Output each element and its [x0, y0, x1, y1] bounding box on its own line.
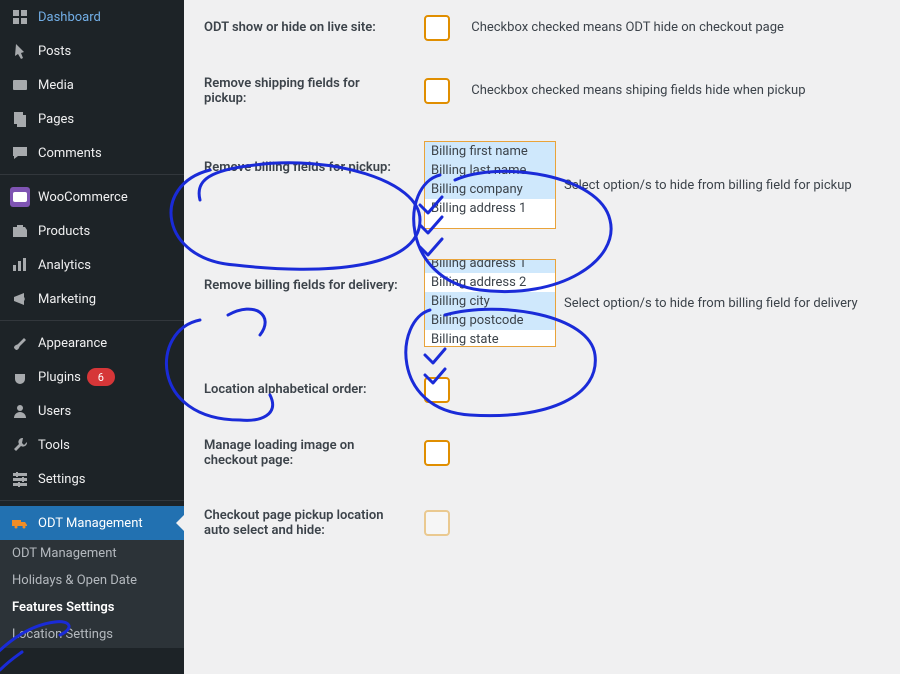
sidebar-item-posts[interactable]: Posts — [0, 34, 184, 68]
marketing-icon — [10, 289, 30, 309]
plugins-icon — [10, 367, 30, 387]
select-option[interactable]: Billing company — [425, 180, 555, 199]
pages-icon — [10, 109, 30, 129]
media-icon — [10, 75, 30, 95]
sidebar-item-label: Dashboard — [38, 10, 101, 25]
pin-icon — [10, 41, 30, 61]
select-option[interactable]: Billing first name — [425, 142, 555, 161]
woo-icon — [10, 187, 30, 207]
remove-billing-delivery-select[interactable]: Billing address 1Billing address 2Billin… — [424, 259, 556, 347]
remove-shipping-hint: Checkbox checked means shiping fields hi… — [471, 83, 805, 98]
sidebar-item-products[interactable]: Products — [0, 214, 184, 248]
sidebar-item-label: Analytics — [38, 258, 91, 273]
sidebar-item-label: WooCommerce — [38, 190, 128, 205]
loading-image-label: Manage loading image on checkout page: — [204, 418, 414, 488]
settings-icon — [10, 469, 30, 489]
sidebar-item-pages[interactable]: Pages — [0, 102, 184, 136]
admin-sidebar: Dashboard Posts Media Pages Comments WooComme… — [0, 0, 184, 674]
odt-show-hide-checkbox[interactable] — [424, 15, 450, 41]
sidebar-item-label: ODT Management — [38, 516, 143, 531]
sidebar-item-settings[interactable]: Settings — [0, 462, 184, 496]
sidebar-item-label: Appearance — [38, 336, 107, 351]
sidebar-item-appearance[interactable]: Appearance — [0, 326, 184, 360]
sidebar-item-label: Settings — [38, 472, 85, 487]
sidebar-item-odt-management[interactable]: ODT Management — [0, 506, 184, 540]
remove-billing-delivery-hint: Select option/s to hide from billing fie… — [564, 296, 858, 311]
sidebar-item-woocommerce[interactable]: WooCommerce — [0, 180, 184, 214]
sidebar-item-label: Tools — [38, 438, 70, 453]
loading-image-checkbox[interactable] — [424, 440, 450, 466]
comments-icon — [10, 143, 30, 163]
select-option[interactable]: Billing postcode — [425, 311, 555, 330]
submenu-item-holidays-open-date[interactable]: Holidays & Open Date — [0, 567, 184, 594]
submenu-item-features-settings[interactable]: Features Settings — [0, 594, 184, 621]
odt-show-hide-label: ODT show or hide on live site: — [204, 0, 414, 56]
sidebar-item-label: Pages — [38, 112, 74, 127]
sidebar-item-dashboard[interactable]: Dashboard — [0, 0, 184, 34]
odt-show-hide-hint: Checkbox checked means ODT hide on check… — [471, 20, 784, 35]
remove-shipping-label: Remove shipping fields for pickup: — [204, 56, 414, 126]
alpha-order-label: Location alphabetical order: — [204, 362, 414, 418]
remove-billing-pickup-hint: Select option/s to hide from billing fie… — [564, 178, 852, 193]
sidebar-item-label: Comments — [38, 146, 102, 161]
settings-panel: ODT show or hide on live site: Checkbox … — [184, 0, 900, 674]
select-option[interactable]: Billing state — [425, 330, 555, 347]
select-option[interactable]: Billing address 1 — [425, 199, 555, 218]
pickup-auto-checkbox[interactable] — [424, 510, 450, 536]
alpha-order-checkbox[interactable] — [424, 377, 450, 403]
select-option[interactable]: Billing last name — [425, 161, 555, 180]
sidebar-item-label: Plugins — [38, 370, 81, 385]
update-badge: 6 — [87, 368, 115, 386]
submenu-item-location-settings[interactable]: Location Settings — [0, 621, 184, 648]
sidebar-item-label: Products — [38, 224, 90, 239]
sidebar-item-label: Media — [38, 78, 74, 93]
sidebar-item-users[interactable]: Users — [0, 394, 184, 428]
sidebar-item-marketing[interactable]: Marketing — [0, 282, 184, 316]
select-option[interactable]: Billing address 2 — [425, 273, 555, 292]
dashboard-icon — [10, 7, 30, 27]
sidebar-item-plugins[interactable]: Plugins 6 — [0, 360, 184, 394]
sidebar-item-label: Users — [38, 404, 71, 419]
remove-billing-delivery-label: Remove billing fields for delivery: — [204, 244, 414, 362]
remove-billing-pickup-select[interactable]: Billing first nameBilling last nameBilli… — [424, 141, 556, 229]
select-option[interactable]: Billing address 1 — [425, 259, 555, 273]
brush-icon — [10, 333, 30, 353]
tools-icon — [10, 435, 30, 455]
sidebar-item-tools[interactable]: Tools — [0, 428, 184, 462]
products-icon — [10, 221, 30, 241]
select-option[interactable]: Billing city — [425, 292, 555, 311]
sidebar-item-label: Posts — [38, 44, 71, 59]
sidebar-item-comments[interactable]: Comments — [0, 136, 184, 170]
sidebar-item-analytics[interactable]: Analytics — [0, 248, 184, 282]
truck-icon — [10, 513, 30, 533]
remove-shipping-checkbox[interactable] — [424, 78, 450, 104]
users-icon — [10, 401, 30, 421]
remove-billing-pickup-label: Remove billing fields for pickup: — [204, 126, 414, 244]
sidebar-item-label: Marketing — [38, 292, 96, 307]
submenu-item-odt-management[interactable]: ODT Management — [0, 540, 184, 567]
pickup-auto-label: Checkout page pickup location auto selec… — [204, 488, 414, 558]
analytics-icon — [10, 255, 30, 275]
sidebar-item-media[interactable]: Media — [0, 68, 184, 102]
